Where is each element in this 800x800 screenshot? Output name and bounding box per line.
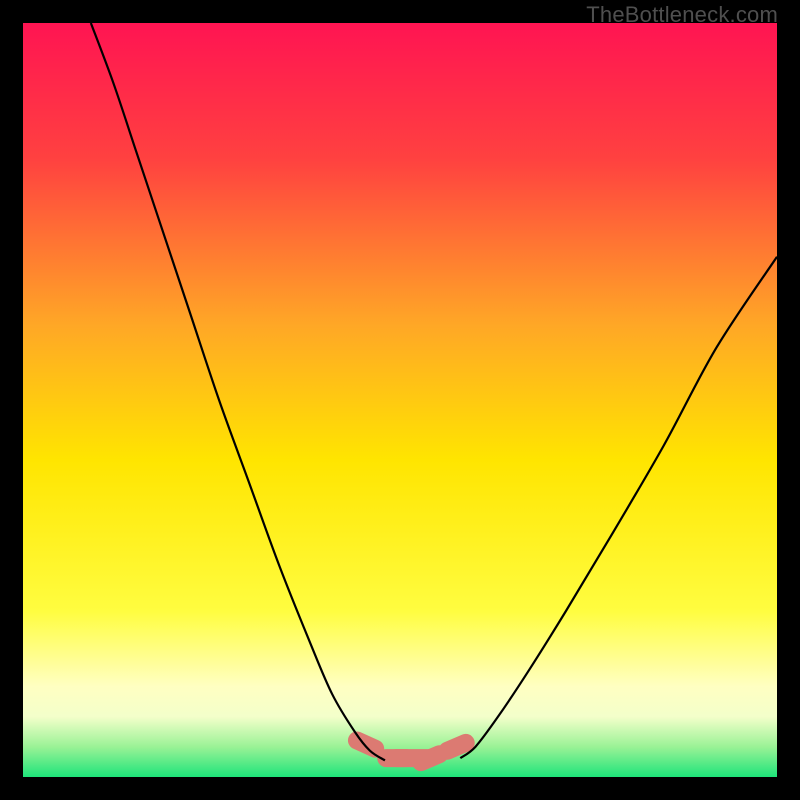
curves-layer [23, 23, 777, 777]
plot-area [23, 23, 777, 777]
right-bottleneck-curve [460, 257, 777, 758]
watermark-text: TheBottleneck.com [586, 2, 778, 28]
left-bottleneck-curve [91, 23, 385, 760]
outer-frame: TheBottleneck.com [0, 0, 800, 800]
marker-dot [447, 743, 465, 751]
marker-dots [357, 740, 466, 762]
